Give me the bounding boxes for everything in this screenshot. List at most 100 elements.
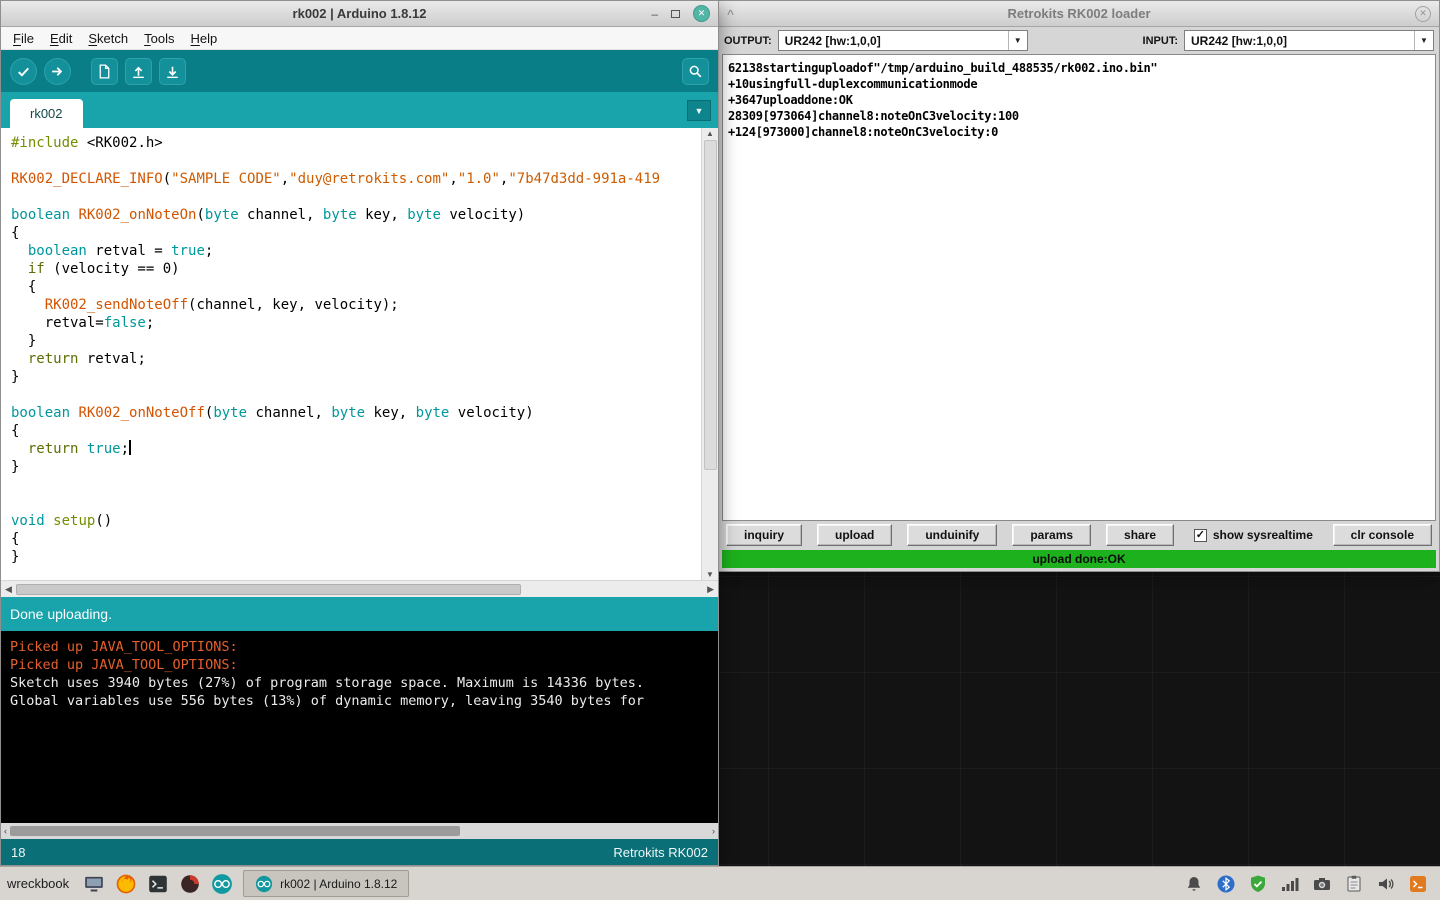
- code-line[interactable]: RK002_sendNoteOff(channel, key, velocity…: [11, 296, 701, 314]
- terminal-dark-launcher-icon[interactable]: [145, 871, 170, 896]
- code-line[interactable]: boolean retval = true;: [11, 242, 701, 260]
- code-line[interactable]: }: [11, 368, 701, 386]
- menu-item-file[interactable]: File: [5, 29, 42, 48]
- taskbar-task-rk002[interactable]: rk002 | Arduino 1.8.12: [243, 870, 410, 897]
- loader-console[interactable]: 62138startinguploadof"/tmp/arduino_build…: [722, 54, 1436, 521]
- output-device-select[interactable]: UR242 [hw:1,0,0] ▼: [777, 30, 1028, 51]
- tab-list-button[interactable]: ▼: [687, 100, 711, 121]
- share-button[interactable]: share: [1106, 524, 1175, 546]
- clipboard-icon[interactable]: [1344, 874, 1364, 894]
- taskbar-hostname-label[interactable]: wreckbook: [7, 876, 72, 891]
- serial-monitor-button[interactable]: [682, 57, 709, 85]
- code-line[interactable]: boolean RK002_onNoteOff(byte channel, by…: [11, 404, 701, 422]
- loader-console-line: +3647uploaddone:OK: [728, 93, 853, 107]
- code-line[interactable]: }: [11, 332, 701, 350]
- taskbar: wreckbook rk002 | Arduino 1.8.12: [0, 866, 1440, 900]
- save-button[interactable]: [159, 57, 186, 85]
- arduino-launcher-icon[interactable]: [209, 871, 234, 896]
- input-device-select[interactable]: UR242 [hw:1,0,0] ▼: [1184, 30, 1434, 51]
- code-line[interactable]: RK002_DECLARE_INFO("SAMPLE CODE","duy@re…: [11, 170, 701, 188]
- code-line[interactable]: }: [11, 458, 701, 476]
- menu-item-sketch[interactable]: Sketch: [80, 29, 136, 48]
- display-launcher-icon[interactable]: [81, 871, 106, 896]
- tab-rk002[interactable]: rk002: [10, 99, 83, 128]
- show-sysrealtime-checkbox[interactable]: ✓: [1193, 528, 1207, 542]
- upload-button[interactable]: upload: [817, 524, 893, 546]
- new-sketch-icon: [99, 63, 110, 79]
- clr-console-button[interactable]: clr console: [1332, 524, 1432, 546]
- code-line[interactable]: retval=false;: [11, 314, 701, 332]
- open-button[interactable]: [125, 57, 152, 85]
- desktop: ^ Retrokits RK002 loader ✕ OUTPUT: UR242…: [0, 0, 1440, 900]
- scroll-left-icon[interactable]: ◀: [5, 584, 12, 595]
- code-line[interactable]: return retval;: [11, 350, 701, 368]
- bluetooth-icon[interactable]: [1216, 874, 1236, 894]
- browser-dark-launcher-icon[interactable]: [177, 871, 202, 896]
- menu-item-tools[interactable]: Tools: [136, 29, 182, 48]
- input-device-value: UR242 [hw:1,0,0]: [1191, 33, 1288, 48]
- code-line[interactable]: {: [11, 530, 701, 548]
- minimize-icon[interactable]: –: [651, 7, 658, 21]
- arduino-window: rk002 | Arduino 1.8.12 – ✕ File Edit Sketc…: [0, 0, 719, 866]
- arduino-titlebar[interactable]: rk002 | Arduino 1.8.12 – ✕: [1, 1, 718, 27]
- params-button[interactable]: params: [1012, 524, 1092, 546]
- console-line: Picked up JAVA_TOOL_OPTIONS:: [10, 657, 246, 673]
- code-line[interactable]: [11, 152, 701, 170]
- loader-console-line: +10usingfull-duplexcommunicationmode: [728, 77, 978, 91]
- code-line[interactable]: }: [11, 548, 701, 566]
- scrollbar-thumb[interactable]: [10, 826, 460, 836]
- editor-tabstrip: rk002 ▼: [1, 92, 718, 128]
- show-sysrealtime-group: ✓ show sysrealtime: [1193, 528, 1313, 542]
- menu-item-help[interactable]: Help: [182, 29, 225, 48]
- console-horizontal-scrollbar[interactable]: ‹ ›: [1, 823, 718, 839]
- scrollbar-thumb[interactable]: [703, 140, 717, 470]
- menu-item-edit[interactable]: Edit: [42, 29, 80, 48]
- loader-status-text: upload done:OK: [1032, 552, 1126, 566]
- code-line[interactable]: [11, 494, 701, 512]
- scrollbar-thumb[interactable]: [15, 583, 521, 595]
- upload-button[interactable]: [44, 57, 71, 85]
- restore-icon[interactable]: [671, 9, 680, 18]
- firefox-launcher-icon[interactable]: [113, 871, 138, 896]
- terminal-orange-icon[interactable]: [1408, 874, 1428, 894]
- shield-check-icon[interactable]: [1248, 874, 1268, 894]
- code-line[interactable]: return true;: [11, 440, 701, 458]
- code-line[interactable]: boolean RK002_onNoteOn(byte channel, byt…: [11, 206, 701, 224]
- scroll-left-icon[interactable]: ‹: [4, 826, 7, 836]
- console-line: Global variables use 556 bytes (13%) of …: [10, 693, 644, 709]
- code-area[interactable]: #include <RK002.h> RK002_DECLARE_INFO("S…: [1, 128, 701, 580]
- scroll-up-icon[interactable]: ▲: [706, 129, 714, 138]
- volume-icon[interactable]: [1376, 874, 1396, 894]
- system-tray: [1184, 874, 1433, 894]
- code-line[interactable]: if (velocity == 0): [11, 260, 701, 278]
- notification-bell-icon[interactable]: [1184, 874, 1204, 894]
- scroll-down-icon[interactable]: ▼: [706, 570, 714, 579]
- new-sketch-button[interactable]: [91, 57, 118, 85]
- unduinify-button[interactable]: unduinify: [907, 524, 998, 546]
- inquiry-button[interactable]: inquiry: [726, 524, 803, 546]
- code-line[interactable]: {: [11, 224, 701, 242]
- code-line[interactable]: [11, 188, 701, 206]
- editor-horizontal-scrollbar[interactable]: ◀ ▶: [1, 580, 718, 597]
- code-line[interactable]: [11, 386, 701, 404]
- chevron-up-icon[interactable]: ^: [727, 7, 734, 21]
- console-line: Sketch uses 3940 bytes (27%) of program …: [10, 675, 644, 691]
- loader-close-icon[interactable]: ✕: [1415, 5, 1431, 22]
- network-signal-icon[interactable]: [1280, 874, 1300, 894]
- loader-titlebar[interactable]: ^ Retrokits RK002 loader ✕: [719, 1, 1439, 27]
- code-line[interactable]: [11, 476, 701, 494]
- code-line[interactable]: void setup(): [11, 512, 701, 530]
- scroll-right-icon[interactable]: ›: [712, 826, 715, 836]
- code-line[interactable]: #include <RK002.h>: [11, 134, 701, 152]
- scroll-right-icon[interactable]: ▶: [707, 584, 714, 595]
- screenshot-camera-icon[interactable]: [1312, 874, 1332, 894]
- output-device-value: UR242 [hw:1,0,0]: [784, 33, 881, 48]
- editor-vertical-scrollbar[interactable]: ▲ ▼: [701, 128, 718, 580]
- show-sysrealtime-label: show sysrealtime: [1212, 528, 1313, 542]
- arduino-console[interactable]: Picked up JAVA_TOOL_OPTIONS: Picked up J…: [1, 631, 718, 823]
- verify-button[interactable]: [10, 57, 37, 85]
- code-line[interactable]: {: [11, 422, 701, 440]
- chevron-down-icon: ▼: [1414, 31, 1433, 50]
- code-line[interactable]: {: [11, 278, 701, 296]
- close-icon[interactable]: ✕: [693, 5, 710, 22]
